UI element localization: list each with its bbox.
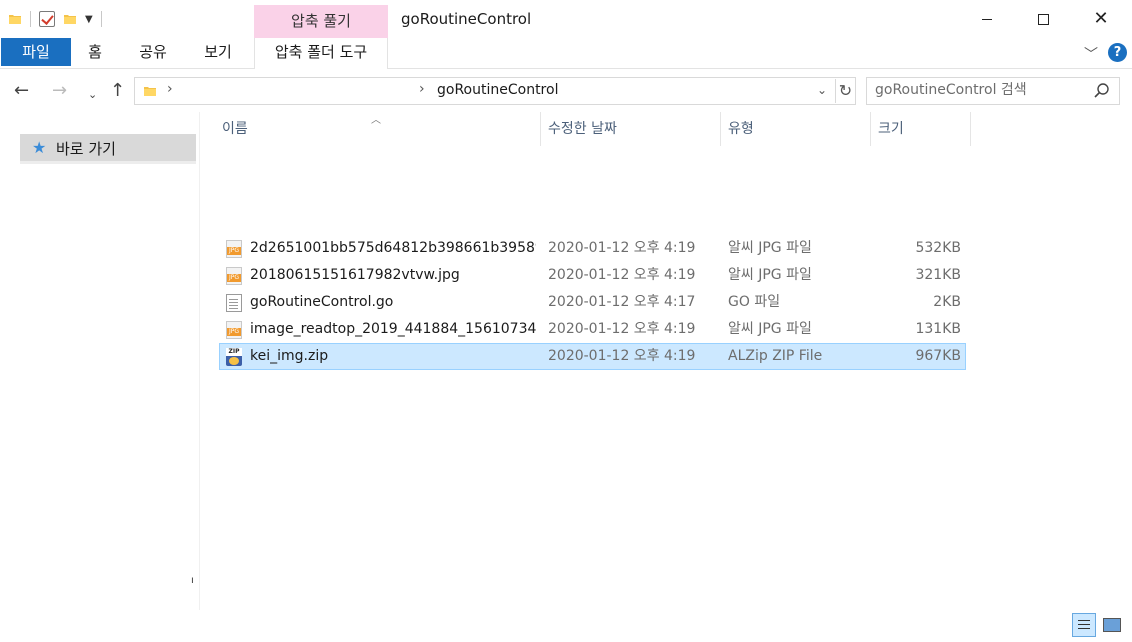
close-button[interactable]: ✕ xyxy=(1072,0,1130,38)
file-date: 2020-01-12 오후 4:19 xyxy=(548,267,696,283)
search-box xyxy=(866,77,1120,105)
file-date: 2020-01-12 오후 4:19 xyxy=(548,321,696,337)
file-row[interactable]: goRoutineControl.go 2020-01-12 오후 4:17 G… xyxy=(219,289,966,316)
file-type: 알씨 JPG 파일 xyxy=(728,240,812,256)
file-name: 2d2651001bb575d64812b398661b39589... xyxy=(250,240,536,256)
file-row[interactable]: 2d2651001bb575d64812b398661b39589... 202… xyxy=(219,235,966,262)
tab-share[interactable]: 공유 xyxy=(128,38,178,66)
tab-home[interactable]: 홈 xyxy=(76,38,114,66)
help-icon[interactable]: ? xyxy=(1108,43,1127,62)
file-row[interactable]: image_readtop_2019_441884_156107347... 2… xyxy=(219,316,966,343)
customize-dropdown-icon[interactable]: ▼ xyxy=(85,14,93,25)
title-bar: ▼ 압축 풀기 goRoutineControl ✕ xyxy=(0,0,1132,38)
address-dropdown-icon[interactable]: ⌄ xyxy=(817,83,827,97)
jpg-file-icon xyxy=(226,321,242,339)
navigation-pane: ★ 바로 가기 ı xyxy=(0,112,200,610)
navigation-bar: ← → ⌄ ↑ › › goRoutineControl ⌄ ↻ xyxy=(0,70,1132,112)
file-size: 532KB xyxy=(915,240,961,256)
separator xyxy=(100,11,102,27)
search-icon[interactable] xyxy=(1093,82,1111,100)
file-row-selected[interactable]: kei_img.zip 2020-01-12 오후 4:19 ALZip ZIP… xyxy=(219,343,966,370)
quick-access-toolbar: ▼ xyxy=(8,8,110,30)
large-icons-view-icon[interactable] xyxy=(1100,613,1124,637)
separator xyxy=(30,11,31,27)
file-date: 2020-01-12 오후 4:19 xyxy=(548,348,696,364)
column-header-size[interactable]: 크기 xyxy=(870,112,971,146)
file-name: goRoutineControl.go xyxy=(250,294,394,310)
file-type: 알씨 JPG 파일 xyxy=(728,267,812,283)
maximize-icon xyxy=(1037,13,1049,25)
breadcrumb-chevron-icon[interactable]: › xyxy=(419,81,425,97)
column-header-date[interactable]: 수정한 날짜 xyxy=(540,112,721,146)
column-header-type[interactable]: 유형 xyxy=(720,112,871,146)
quick-access-item[interactable]: ★ 바로 가기 xyxy=(20,134,196,161)
back-button[interactable]: ← xyxy=(14,80,29,102)
up-button[interactable]: ↑ xyxy=(110,80,125,102)
new-folder-icon[interactable] xyxy=(63,12,77,26)
tab-view[interactable]: 보기 xyxy=(192,38,244,66)
refresh-icon[interactable]: ↻ xyxy=(835,79,855,103)
folder-icon xyxy=(143,84,157,98)
breadcrumb-chevron-icon[interactable]: › xyxy=(167,81,173,97)
search-input[interactable] xyxy=(875,82,1075,98)
pane-splitter[interactable]: ı xyxy=(191,575,194,586)
file-size: 321KB xyxy=(915,267,961,283)
file-name: 20180615151617982vtvw.jpg xyxy=(250,267,460,283)
status-bar xyxy=(0,610,1132,642)
file-name: kei_img.zip xyxy=(250,348,329,364)
zip-file-icon xyxy=(226,348,242,366)
details-view-icon[interactable] xyxy=(1072,613,1096,637)
divider xyxy=(20,161,196,164)
forward-button[interactable]: → xyxy=(52,80,67,102)
file-type: GO 파일 xyxy=(728,294,781,310)
file-type: 알씨 JPG 파일 xyxy=(728,321,812,337)
file-size: 967KB xyxy=(915,348,961,364)
tab-compressed-folder-tools[interactable]: 압축 폴더 도구 xyxy=(254,38,388,69)
text-file-icon xyxy=(226,294,242,312)
window-title: goRoutineControl xyxy=(401,10,532,28)
expand-ribbon-chevron-icon[interactable]: ﹀ xyxy=(1084,44,1098,64)
breadcrumb-current[interactable]: goRoutineControl xyxy=(437,82,558,98)
tab-file[interactable]: 파일 xyxy=(1,38,71,66)
file-date: 2020-01-12 오후 4:17 xyxy=(548,294,696,310)
star-icon: ★ xyxy=(32,138,47,157)
ribbon-tabs: 파일 홈 공유 보기 압축 폴더 도구 xyxy=(0,38,1132,69)
sort-ascending-icon: ︿ xyxy=(371,115,381,126)
file-name: image_readtop_2019_441884_156107347... xyxy=(250,321,536,337)
minimize-icon xyxy=(982,18,992,20)
context-tab-header: 압축 풀기 xyxy=(254,5,388,38)
file-type: ALZip ZIP File xyxy=(728,348,823,364)
quick-access-label: 바로 가기 xyxy=(56,140,116,158)
maximize-button[interactable] xyxy=(1014,0,1072,38)
jpg-file-icon xyxy=(226,267,242,285)
recent-locations-chevron-icon[interactable]: ⌄ xyxy=(88,84,97,106)
file-size: 131KB xyxy=(915,321,961,337)
file-date: 2020-01-12 오후 4:19 xyxy=(548,240,696,256)
minimize-button[interactable] xyxy=(958,0,1016,38)
properties-icon[interactable] xyxy=(39,11,55,27)
folder-icon[interactable] xyxy=(8,12,22,26)
file-size: 2KB xyxy=(933,294,961,310)
address-bar[interactable]: › › goRoutineControl ⌄ ↻ xyxy=(134,77,856,105)
file-row[interactable]: 20180615151617982vtvw.jpg 2020-01-12 오후 … xyxy=(219,262,966,289)
jpg-file-icon xyxy=(226,240,242,258)
close-icon: ✕ xyxy=(1093,8,1109,29)
